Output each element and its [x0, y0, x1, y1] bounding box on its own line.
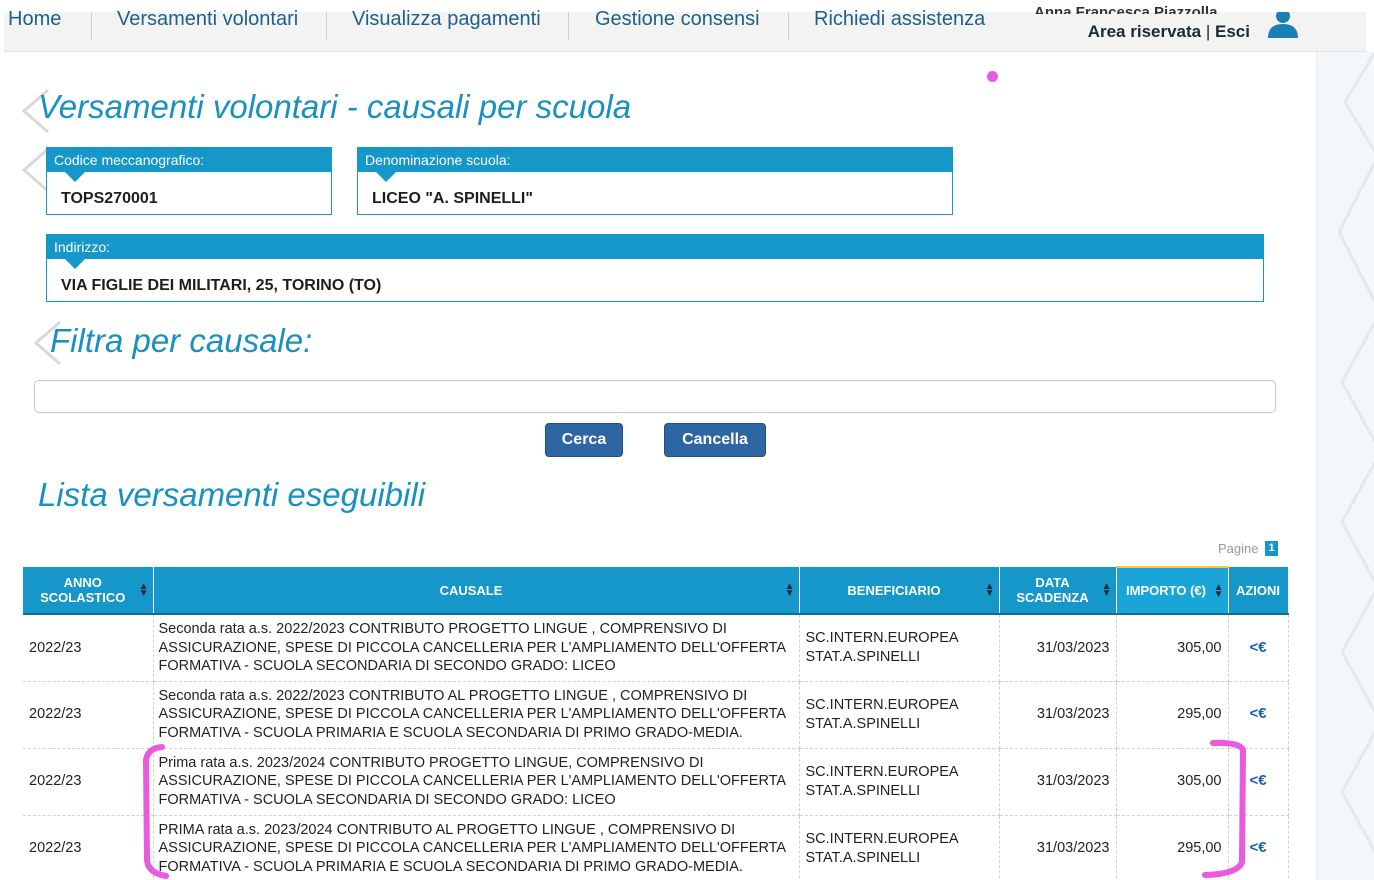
- cell-importo: 295,00: [1116, 815, 1229, 880]
- cell-azioni: <€: [1228, 748, 1289, 816]
- cell-data-scadenza: 31/03/2023: [999, 815, 1117, 880]
- cell-anno: 2022/23: [23, 681, 154, 749]
- sort-icon[interactable]: ▲ ▼: [1102, 582, 1112, 599]
- annotation-dot: [987, 71, 998, 82]
- cell-causale: Prima rata a.s. 2023/2024 CONTRIBUTO PRO…: [153, 748, 800, 816]
- nav-versamenti-volontari[interactable]: Versamenti volontari: [117, 8, 298, 31]
- sort-icon[interactable]: ▲ ▼: [785, 582, 795, 599]
- cell-beneficiario: SC.INTERN.EUROPEA STAT.A.SPINELLI: [799, 748, 1000, 816]
- header-importo[interactable]: IMPORTO (€) ▲ ▼: [1116, 566, 1229, 615]
- header-data-scadenza[interactable]: DATA SCADENZA ▲ ▼: [999, 567, 1117, 615]
- school-name-field: Denominazione scuola: LICEO "A. SPINELLI…: [357, 147, 953, 215]
- cell-data-scadenza: 31/03/2023: [999, 614, 1117, 682]
- school-address-field: Indirizzo: VIA FIGLIE DEI MILITARI, 25, …: [46, 234, 1264, 302]
- sort-icon[interactable]: ▲ ▼: [139, 582, 149, 599]
- nav-divider: [788, 12, 789, 40]
- table-row: 2022/23 Seconda rata a.s. 2022/2023 CONT…: [23, 614, 1289, 682]
- header-anno-scolastico[interactable]: ANNO SCOLASTICO ▲ ▼: [23, 567, 154, 615]
- cell-data-scadenza: 31/03/2023: [999, 681, 1117, 749]
- cell-importo: 295,00: [1116, 681, 1229, 749]
- school-code-label: Codice meccanografico:: [47, 148, 331, 182]
- school-address-value: VIA FIGLIE DEI MILITARI, 25, TORINO (TO): [61, 277, 382, 294]
- user-icon[interactable]: [1266, 12, 1300, 38]
- header-beneficiario[interactable]: BENEFICIARIO ▲ ▼: [799, 567, 1000, 615]
- nav-divider: [568, 12, 569, 40]
- user-area-links: Area riservata | Esci: [1088, 22, 1250, 42]
- pagination-label: Pagine: [1218, 541, 1259, 556]
- cell-beneficiario: SC.INTERN.EUROPEA STAT.A.SPINELLI: [799, 815, 1000, 880]
- school-name-label: Denominazione scuola:: [358, 148, 952, 182]
- nav-divider: [326, 12, 327, 40]
- user-name: Anna Francesca Piazzolla: [1034, 4, 1218, 14]
- pay-icon[interactable]: <€: [1249, 772, 1266, 789]
- table-row: 2022/23 Seconda rata a.s. 2022/2023 CONT…: [23, 681, 1289, 749]
- cell-azioni: <€: [1228, 614, 1289, 682]
- side-decoration: [1316, 52, 1374, 880]
- pay-icon[interactable]: <€: [1249, 639, 1266, 656]
- cell-causale: Seconda rata a.s. 2022/2023 CONTRIBUTO A…: [153, 681, 800, 749]
- cell-beneficiario: SC.INTERN.EUROPEA STAT.A.SPINELLI: [799, 681, 1000, 749]
- pagination-page-1[interactable]: 1: [1265, 541, 1278, 556]
- logout-link[interactable]: Esci: [1215, 22, 1250, 41]
- search-button[interactable]: Cerca: [545, 423, 623, 457]
- cell-azioni: <€: [1228, 815, 1289, 880]
- area-riservata-link[interactable]: Area riservata: [1088, 22, 1201, 41]
- table-row: 2022/23 Prima rata a.s. 2023/2024 CONTRI…: [23, 748, 1289, 816]
- nav-richiedi-assistenza[interactable]: Richiedi assistenza: [814, 8, 985, 31]
- nav-home[interactable]: Home: [8, 8, 61, 31]
- table-row: 2022/23 PRIMA rata a.s. 2023/2024 CONTRI…: [23, 815, 1289, 880]
- cell-causale: Seconda rata a.s. 2022/2023 CONTRIBUTO P…: [153, 614, 800, 682]
- school-address-label: Indirizzo:: [47, 235, 1263, 269]
- sort-icon[interactable]: ▲ ▼: [1214, 582, 1224, 599]
- pay-icon[interactable]: <€: [1249, 705, 1266, 722]
- cell-importo: 305,00: [1116, 748, 1229, 816]
- cell-anno: 2022/23: [23, 815, 154, 880]
- cell-data-scadenza: 31/03/2023: [999, 748, 1117, 816]
- cell-anno: 2022/23: [23, 614, 154, 682]
- cell-importo: 305,00: [1116, 614, 1229, 682]
- top-navigation: Home Versamenti volontari Visualizza pag…: [4, 4, 1366, 52]
- list-title: Lista versamenti eseguibili: [38, 476, 426, 513]
- cell-anno: 2022/23: [23, 748, 154, 816]
- filter-title: Filtra per causale:: [50, 322, 313, 359]
- header-causale[interactable]: CAUSALE ▲ ▼: [153, 567, 800, 615]
- page-title: Versamenti volontari - causali per scuol…: [38, 88, 632, 125]
- school-name-value: LICEO "A. SPINELLI": [372, 190, 533, 207]
- nav-gestione-consensi[interactable]: Gestione consensi: [595, 8, 760, 31]
- school-code-field: Codice meccanografico: TOPS270001: [46, 147, 332, 215]
- area-separator: |: [1205, 22, 1211, 41]
- cancel-button[interactable]: Cancella: [664, 423, 766, 457]
- sort-icon[interactable]: ▲ ▼: [985, 582, 995, 599]
- school-code-value: TOPS270001: [61, 190, 158, 207]
- pay-icon[interactable]: <€: [1249, 839, 1266, 856]
- cell-azioni: <€: [1228, 681, 1289, 749]
- causale-filter-input[interactable]: [34, 380, 1276, 413]
- nav-divider: [91, 12, 92, 40]
- cell-causale: PRIMA rata a.s. 2023/2024 CONTRIBUTO AL …: [153, 815, 800, 880]
- payments-table: ANNO SCOLASTICO ▲ ▼ CAUSALE ▲ ▼ BENEFICIAR…: [23, 566, 1289, 880]
- cell-beneficiario: SC.INTERN.EUROPEA STAT.A.SPINELLI: [799, 614, 1000, 682]
- table-header-row: ANNO SCOLASTICO ▲ ▼ CAUSALE ▲ ▼ BENEFICIAR…: [23, 566, 1289, 615]
- nav-visualizza-pagamenti[interactable]: Visualizza pagamenti: [352, 8, 541, 31]
- header-azioni: AZIONI: [1228, 567, 1289, 615]
